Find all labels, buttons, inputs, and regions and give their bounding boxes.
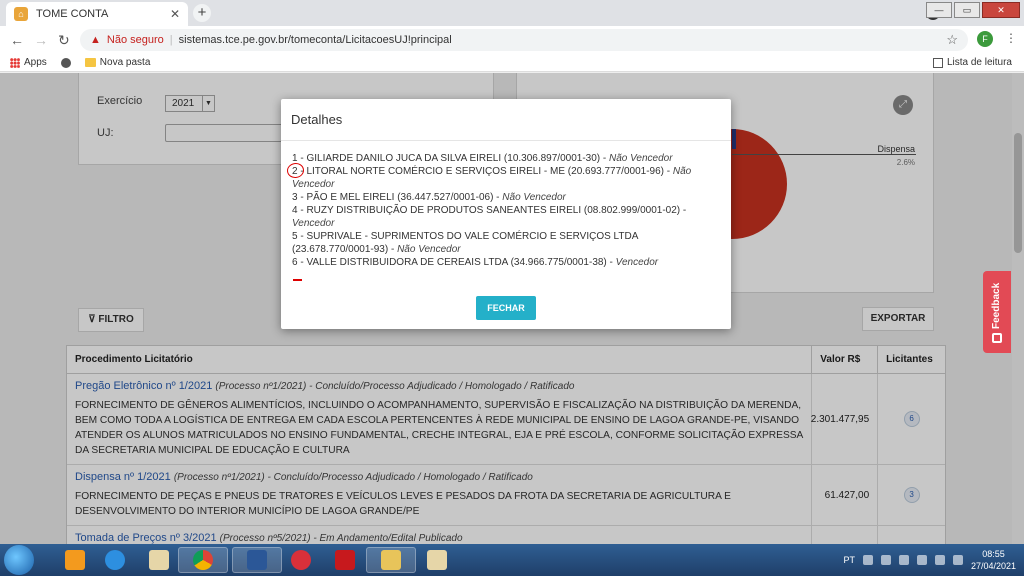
tab-title: TOME CONTA bbox=[36, 8, 109, 20]
taskbar-ie[interactable] bbox=[90, 547, 140, 573]
reading-list-icon bbox=[932, 57, 943, 68]
fechar-button[interactable]: FECHAR bbox=[476, 296, 536, 320]
taskbar-explorer[interactable] bbox=[366, 547, 416, 573]
bookmark-label: Nova pasta bbox=[99, 57, 151, 68]
list-item: 5 - SUPRIVALE - SUPRIMENTOS DO VALE COMÉ… bbox=[292, 230, 714, 256]
system-tray: PT 08:55 27/04/2021 bbox=[843, 544, 1016, 576]
tce-favicon-icon: ⌂ bbox=[14, 7, 28, 21]
address-bar: ← → ↻ ▲ Não seguro | sistemas.tce.pe.gov… bbox=[0, 26, 1024, 54]
feedback-tab[interactable]: Feedback bbox=[983, 271, 1011, 353]
url-input[interactable]: ▲ Não seguro | sistemas.tce.pe.gov.br/to… bbox=[80, 29, 968, 51]
back-arrow-icon[interactable]: ← bbox=[10, 32, 24, 48]
globe-icon[interactable] bbox=[60, 57, 71, 68]
folder-explorer-icon bbox=[381, 550, 401, 570]
close-tab-icon[interactable]: ✕ bbox=[170, 7, 180, 21]
tray-icon[interactable] bbox=[916, 555, 927, 565]
taskbar-chrome[interactable] bbox=[178, 547, 228, 573]
clock[interactable]: 08:55 27/04/2021 bbox=[971, 548, 1016, 572]
licitante-status: Não Vencedor bbox=[397, 244, 461, 255]
licitante-status: Vencedor bbox=[292, 218, 335, 229]
acrobat-icon bbox=[335, 550, 355, 570]
bookmark-label: Apps bbox=[24, 57, 47, 68]
detalhes-modal: Detalhes 1 - GILIARDE DANILO JUCA DA SIL… bbox=[281, 99, 731, 329]
word-icon bbox=[247, 550, 267, 570]
chrome-icon bbox=[193, 550, 213, 570]
new-tab-button[interactable]: + bbox=[193, 4, 211, 22]
tray-icon[interactable] bbox=[934, 555, 945, 565]
language-indicator[interactable]: PT bbox=[843, 555, 855, 565]
reload-icon[interactable]: ↻ bbox=[58, 32, 70, 49]
licitante-status: Não Vencedor bbox=[502, 192, 566, 203]
profile-avatar[interactable]: F bbox=[977, 31, 993, 47]
red-app-icon bbox=[291, 550, 311, 570]
licitante-text: 2 - LITORAL NORTE COMÉRCIO E SERVIÇOS EI… bbox=[292, 166, 673, 177]
licitante-status: Não Vencedor bbox=[609, 153, 673, 164]
media-player-icon bbox=[65, 550, 85, 570]
licitante-text: 4 - RUZY DISTRIBUIÇÃO DE PRODUTOS SANEAN… bbox=[292, 205, 687, 216]
paint-icon bbox=[149, 550, 169, 570]
bookmark-star-icon[interactable]: ☆ bbox=[946, 32, 958, 48]
licitantes-list[interactable]: 1 - GILIARDE DANILO JUCA DA SILVA EIRELI… bbox=[292, 152, 714, 278]
reading-list-button[interactable]: Lista de leitura bbox=[932, 57, 1012, 68]
taskbar-paint-2[interactable] bbox=[412, 547, 462, 573]
taskbar-word[interactable] bbox=[232, 547, 282, 573]
list-item: 6 - VALLE DISTRIBUIDORA DE CEREAIS LTDA … bbox=[292, 256, 714, 269]
bookmarks-bar: Apps Nova pasta Lista de leitura bbox=[0, 54, 1024, 72]
feedback-label: Feedback bbox=[991, 282, 1002, 329]
taskbar-paint[interactable] bbox=[134, 547, 184, 573]
forward-arrow-icon[interactable]: → bbox=[34, 32, 48, 48]
window-controls: — ▭ ✕ bbox=[926, 2, 1020, 18]
list-item: 1 - GILIARDE DANILO JUCA DA SILVA EIRELI… bbox=[292, 152, 714, 165]
list-item: 2 - LITORAL NORTE COMÉRCIO E SERVIÇOS EI… bbox=[292, 165, 714, 191]
ie-icon bbox=[105, 550, 125, 570]
windows-taskbar: PT 08:55 27/04/2021 bbox=[0, 544, 1024, 576]
start-button[interactable] bbox=[4, 545, 34, 575]
licitante-text: 1 - GILIARDE DANILO JUCA DA SILVA EIRELI… bbox=[292, 153, 609, 164]
apps-grid-icon bbox=[10, 57, 20, 68]
close-window-button[interactable]: ✕ bbox=[982, 2, 1020, 18]
tab-bar: ⌂ TOME CONTA ✕ + — ▭ ✕ bbox=[0, 0, 1024, 26]
browser-tab[interactable]: ⌂ TOME CONTA ✕ bbox=[6, 2, 188, 26]
taskbar-app-red[interactable] bbox=[276, 547, 326, 573]
clock-time: 08:55 bbox=[982, 549, 1005, 559]
taskbar-acrobat[interactable] bbox=[320, 547, 370, 573]
warning-icon: ▲ bbox=[90, 34, 101, 46]
red-underline-annotation bbox=[293, 279, 302, 281]
licitante-text: 5 - SUPRIVALE - SUPRIMENTOS DO VALE COMÉ… bbox=[292, 231, 638, 255]
volume-icon[interactable] bbox=[898, 555, 909, 565]
feedback-icon bbox=[992, 333, 1002, 343]
folder-icon bbox=[84, 58, 96, 67]
licitante-text: 3 - PÃO E MEL EIRELI (36.447.527/0001-06… bbox=[292, 192, 503, 203]
list-item: 4 - RUZY DISTRIBUIÇÃO DE PRODUTOS SANEAN… bbox=[292, 204, 714, 230]
browser-menu-icon[interactable]: ⋮ bbox=[1005, 31, 1017, 45]
reading-list-label: Lista de leitura bbox=[946, 57, 1012, 68]
tray-icon[interactable] bbox=[862, 555, 873, 565]
bookmark-apps[interactable]: Apps bbox=[10, 57, 47, 68]
network-icon[interactable] bbox=[952, 555, 963, 565]
url-separator: | bbox=[169, 34, 173, 46]
modal-title: Detalhes bbox=[291, 112, 343, 127]
licitante-text: 6 - VALLE DISTRIBUIDORA DE CEREAIS LTDA … bbox=[292, 257, 616, 268]
licitante-status: Vencedor bbox=[615, 257, 659, 268]
maximize-button[interactable]: ▭ bbox=[954, 2, 980, 18]
paint-icon bbox=[427, 550, 447, 570]
not-secure-label[interactable]: Não seguro bbox=[107, 34, 164, 46]
clock-date: 27/04/2021 bbox=[970, 561, 1016, 571]
minimize-button[interactable]: — bbox=[926, 2, 952, 18]
tray-icon[interactable] bbox=[880, 555, 891, 565]
url-text[interactable]: sistemas.tce.pe.gov.br/tomeconta/Licitac… bbox=[179, 34, 452, 46]
list-item: 3 - PÃO E MEL EIRELI (36.447.527/0001-06… bbox=[292, 191, 714, 204]
bookmark-nova-pasta[interactable]: Nova pasta bbox=[84, 57, 151, 68]
modal-divider bbox=[281, 140, 731, 141]
